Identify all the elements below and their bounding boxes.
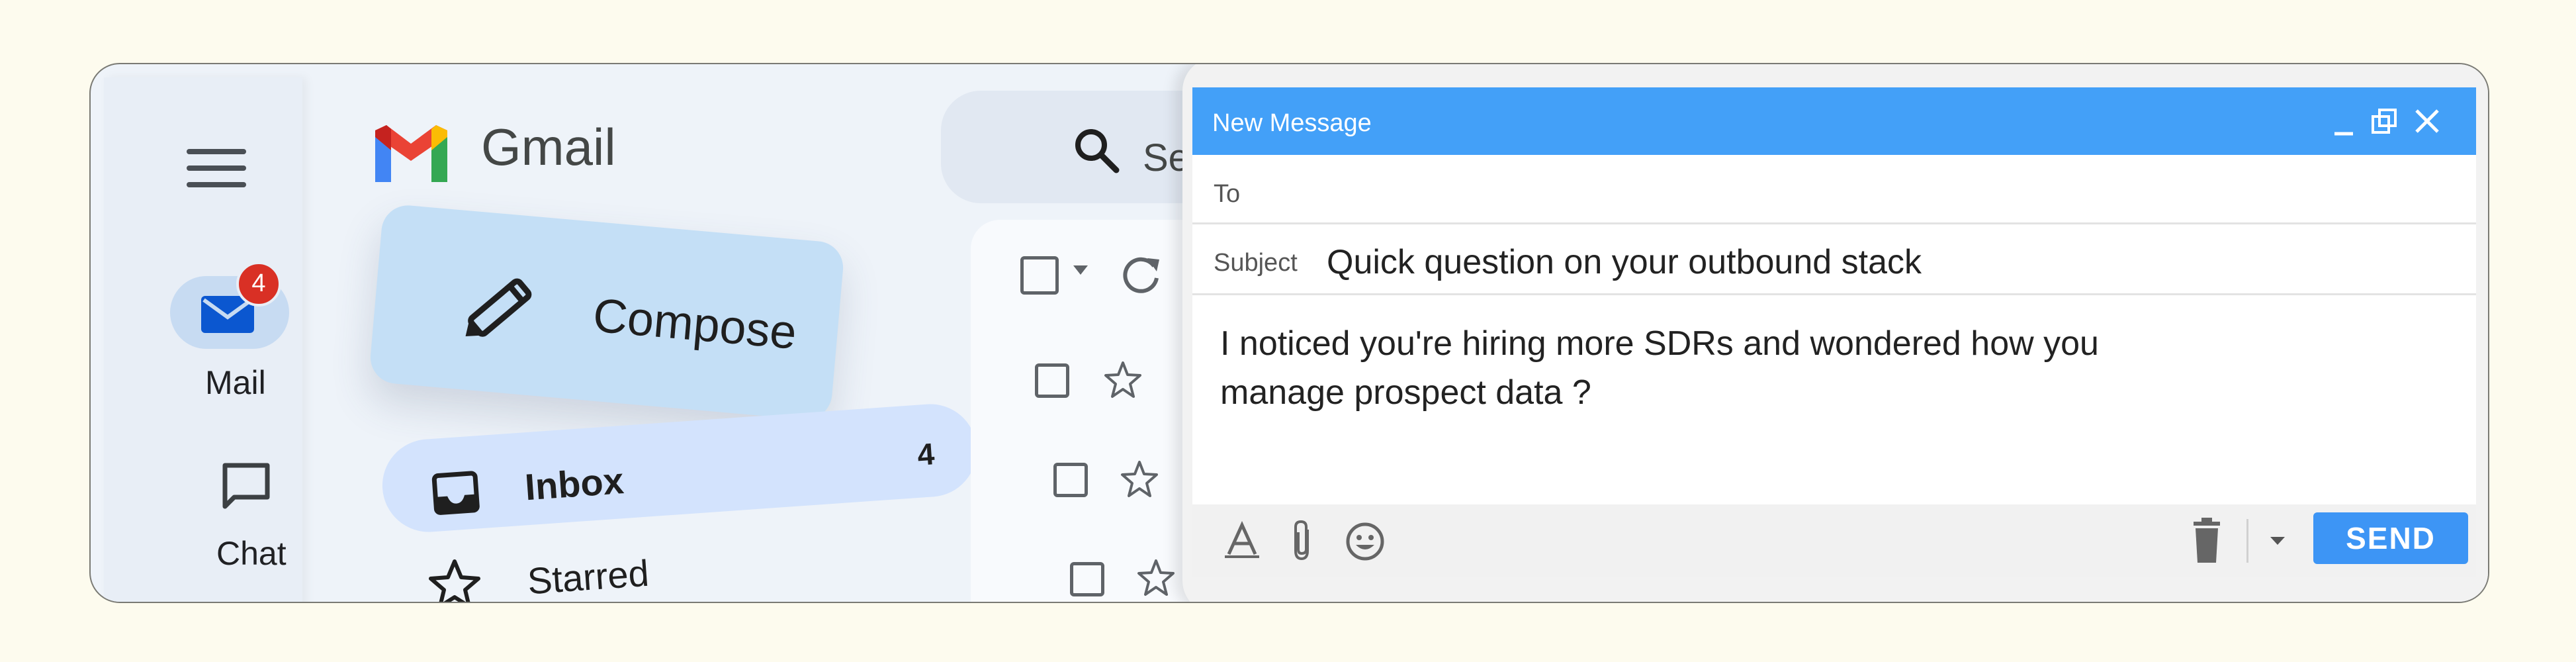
nav-item-inbox-label: Inbox (523, 459, 625, 508)
trash-icon[interactable] (2188, 516, 2225, 564)
pencil-icon (465, 278, 532, 337)
menu-icon[interactable] (187, 149, 246, 195)
select-all-checkbox[interactable] (1020, 256, 1059, 295)
message-body-line: manage prospect data ? (1220, 373, 1591, 412)
compose-window: New Message To Subject Quick question on… (1192, 87, 2476, 577)
subject-input[interactable]: Quick question on your outbound stack (1327, 242, 1922, 282)
to-label: To (1214, 180, 1241, 208)
close-icon[interactable] (2413, 107, 2441, 135)
row-checkbox[interactable] (1070, 562, 1104, 596)
star-icon[interactable] (428, 557, 481, 603)
rail-chat-label[interactable]: Chat (216, 534, 287, 573)
compose-button[interactable]: Compose (368, 203, 846, 422)
row-checkbox[interactable] (1053, 463, 1088, 497)
chat-icon[interactable] (220, 460, 273, 513)
subject-field[interactable]: Subject Quick question on your outbound … (1192, 224, 2476, 295)
gmail-logo-icon (375, 125, 447, 182)
to-field[interactable]: To (1192, 155, 2476, 224)
star-icon[interactable] (1136, 558, 1176, 598)
star-icon[interactable] (1103, 360, 1143, 400)
refresh-icon[interactable] (1120, 252, 1163, 295)
emoji-icon[interactable] (1345, 521, 1386, 562)
nav-item-inbox-count: 4 (916, 436, 936, 472)
compose-toolbar: SEND (1192, 504, 2476, 577)
chevron-down-icon[interactable] (2268, 534, 2287, 547)
gmail-window: 4 Mail Chat Gmail Compose Inbox 4 Starre… (89, 63, 2489, 603)
mail-unread-badge: 4 (236, 261, 281, 307)
app-name: Gmail (481, 118, 616, 176)
message-body-line: I noticed you're hiring more SDRs and wo… (1220, 324, 2099, 363)
left-rail: 4 Mail Chat (104, 77, 302, 602)
nav-item-starred-label[interactable]: Starred (526, 551, 650, 602)
send-button[interactable]: SEND (2313, 512, 2468, 564)
rail-mail-button[interactable]: 4 (170, 261, 289, 349)
compose-window-title: New Message (1212, 109, 1372, 137)
popout-icon[interactable] (2370, 107, 2398, 135)
nav-item-inbox[interactable]: Inbox 4 (379, 401, 980, 536)
inbox-icon (431, 471, 480, 515)
text-format-icon[interactable] (1222, 521, 1262, 561)
minimize-icon[interactable] (2331, 105, 2357, 138)
compose-window-header: New Message (1192, 87, 2476, 155)
chevron-down-icon[interactable] (1072, 264, 1089, 276)
subject-label: Subject (1214, 249, 1298, 277)
attachment-icon[interactable] (1285, 518, 1318, 564)
row-checkbox[interactable] (1035, 363, 1069, 398)
compose-label: Compose (591, 289, 799, 359)
search-icon[interactable] (1070, 124, 1123, 177)
star-icon[interactable] (1120, 459, 1159, 499)
message-body[interactable]: I noticed you're hiring more SDRs and wo… (1220, 319, 2345, 417)
rail-mail-label: Mail (205, 364, 266, 401)
toolbar-divider (2246, 519, 2248, 563)
